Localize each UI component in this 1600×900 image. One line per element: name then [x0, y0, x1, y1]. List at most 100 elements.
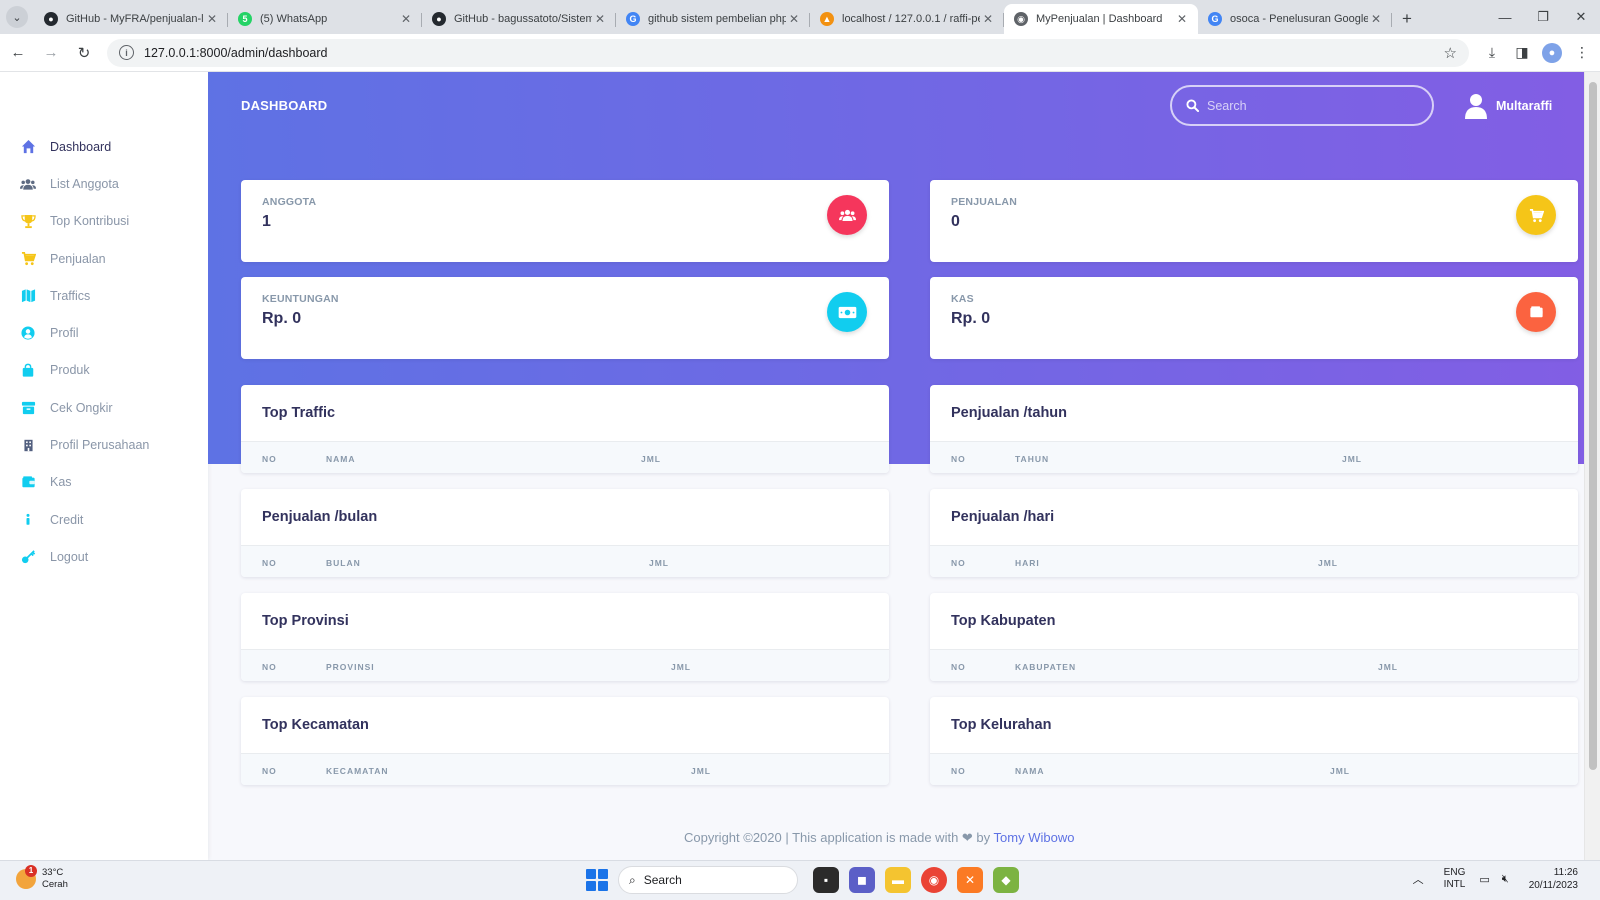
clock[interactable]: 11:26 20/11/2023	[1529, 866, 1578, 892]
kebab-menu-icon[interactable]: ⋮	[1567, 38, 1597, 68]
favicon-icon: G	[626, 12, 640, 26]
sidebar-item-label: Dashboard	[50, 139, 112, 154]
system-tray: ︿ ENG INTL ▭ 🔇︎ 11:26 20/11/2023	[1413, 866, 1578, 892]
column-header[interactable]: JML	[1330, 766, 1350, 776]
column-header[interactable]: JML	[641, 454, 661, 464]
chevron-up-icon[interactable]: ︿	[1413, 871, 1424, 887]
stat-card-penjualan: PENJUALAN 0	[930, 180, 1578, 262]
column-header[interactable]: PROVINSI	[326, 662, 375, 672]
site-info-icon[interactable]: i	[119, 45, 134, 60]
column-header[interactable]: NO	[951, 558, 966, 568]
column-header[interactable]: NO	[951, 662, 966, 672]
sidebar-item-logout[interactable]: Logout	[0, 538, 208, 575]
tab-close-icon[interactable]: ✕	[204, 12, 220, 26]
browser-tab[interactable]: ● GitHub - bagussatoto/Sistem-P ✕	[422, 4, 616, 34]
table-header-row: NO TAHUN JML	[930, 441, 1578, 473]
column-header[interactable]: JML	[649, 558, 669, 568]
bookmark-star-icon[interactable]: ☆	[1444, 44, 1457, 62]
sidebar-item-kas[interactable]: Kas	[0, 464, 208, 501]
xampp-icon[interactable]: ✕	[957, 867, 983, 893]
app-icon[interactable]: ◆	[993, 867, 1019, 893]
map-icon	[20, 288, 36, 304]
tab-close-icon[interactable]: ✕	[1174, 12, 1190, 26]
sidebar-item-list-anggota[interactable]: List Anggota	[0, 165, 208, 202]
browser-tab[interactable]: ● GitHub - MyFRA/penjualan-lara✕	[34, 4, 228, 34]
column-header[interactable]: JML	[671, 662, 691, 672]
footer-author-link[interactable]: Tomy Wibowo	[994, 830, 1075, 845]
teams-icon[interactable]: ◼	[849, 867, 875, 893]
language-indicator[interactable]: ENG INTL	[1444, 867, 1466, 891]
favicon-icon: G	[1208, 12, 1222, 26]
column-header[interactable]: JML	[1342, 454, 1362, 464]
sidebar-item-top-kontribusi[interactable]: Top Kontribusi	[0, 203, 208, 240]
page-scrollbar[interactable]	[1584, 72, 1600, 860]
taskbar-search[interactable]: ⌕ Search	[618, 866, 798, 894]
tab-close-icon[interactable]: ✕	[1368, 12, 1384, 26]
browser-tab[interactable]: ▲ localhost / 127.0.0.1 / raffi-pen ✕	[810, 4, 1004, 34]
table-title: Top Kecamatan	[262, 717, 369, 733]
sidebar-item-credit[interactable]: Credit	[0, 501, 208, 538]
network-icon[interactable]: ▭	[1479, 873, 1489, 886]
sidebar-item-dashboard[interactable]: Dashboard	[0, 128, 208, 165]
user-menu[interactable]: Multaraffi	[1464, 93, 1552, 119]
file-explorer-icon[interactable]: ▬	[885, 867, 911, 893]
search-box[interactable]	[1170, 85, 1434, 126]
sidebar-item-cek-ongkir[interactable]: Cek Ongkir	[0, 389, 208, 426]
tab-strip: ⌄ ●GitHub - MyFRA/penjualan-lara✕5(5) Wh…	[0, 0, 1600, 34]
sidebar-item-penjualan[interactable]: Penjualan	[0, 240, 208, 277]
task-view-icon[interactable]: ▪	[813, 867, 839, 893]
forward-button[interactable]: →	[36, 38, 66, 68]
search-input[interactable]	[1207, 98, 1407, 113]
side-panel-icon[interactable]: ◨	[1507, 38, 1537, 68]
sidebar-item-traffics[interactable]: Traffics	[0, 277, 208, 314]
column-header[interactable]: JML	[1378, 662, 1398, 672]
tab-close-icon[interactable]: ✕	[592, 12, 608, 26]
column-header[interactable]: NO	[951, 766, 966, 776]
column-header[interactable]: KECAMATAN	[326, 766, 389, 776]
users-icon	[827, 195, 867, 235]
address-bar[interactable]: i 127.0.0.1:8000/admin/dashboard ☆	[107, 38, 1469, 67]
table-card-penjualan-tahun: Penjualan /tahun NO TAHUN JML	[930, 385, 1578, 473]
browser-tab[interactable]: Ggithub sistem pembelian phpm ✕	[616, 4, 810, 34]
column-header[interactable]: TAHUN	[1015, 454, 1049, 464]
column-header[interactable]: NAMA	[326, 454, 356, 464]
new-tab-button[interactable]: +	[1392, 4, 1422, 34]
clock-date: 20/11/2023	[1528, 880, 1578, 891]
tab-search-button[interactable]: ⌄	[0, 0, 34, 34]
back-button[interactable]: ←	[3, 38, 33, 68]
browser-tab[interactable]: 5 (5) WhatsApp ✕	[228, 4, 422, 34]
lang-top: ENG	[1443, 867, 1466, 878]
sidebar-item-profil[interactable]: Profil	[0, 314, 208, 351]
column-header[interactable]: NAMA	[1015, 766, 1045, 776]
tab-close-icon[interactable]: ✕	[786, 12, 802, 26]
building-icon	[20, 437, 36, 453]
restore-button[interactable]: ❐	[1524, 0, 1562, 34]
weather-widget[interactable]: 1 33°C Cerah	[16, 865, 68, 891]
profile-avatar-icon[interactable]: ●	[1542, 42, 1562, 63]
column-header[interactable]: NO	[262, 558, 277, 568]
minimize-button[interactable]: —	[1486, 0, 1524, 34]
tab-close-icon[interactable]: ✕	[398, 12, 414, 26]
os-taskbar: 1 33°C Cerah ⌕ Search ▪ ◼ ▬ ◉ ✕ ◆ ︿ ENG I…	[0, 860, 1600, 900]
reload-button[interactable]: ↻	[69, 38, 99, 68]
column-header[interactable]: BULAN	[326, 558, 361, 568]
download-icon[interactable]: ⤓	[1477, 38, 1507, 68]
windows-start-icon[interactable]	[586, 869, 608, 891]
column-header[interactable]: JML	[691, 766, 711, 776]
column-header[interactable]: NO	[951, 454, 966, 464]
sidebar-item-produk[interactable]: Produk	[0, 352, 208, 389]
browser-tab[interactable]: Gosoca - Penelusuran Google ✕	[1198, 4, 1392, 34]
chrome-icon[interactable]: ◉	[921, 867, 947, 893]
sidebar-item-profil-perusahaan[interactable]: Profil Perusahaan	[0, 426, 208, 463]
browser-tab[interactable]: ◉ MyPenjualan | Dashboard ✕	[1004, 4, 1198, 34]
tab-close-icon[interactable]: ✕	[980, 12, 996, 26]
scrollbar-thumb[interactable]	[1589, 82, 1597, 770]
column-header[interactable]: NO	[262, 454, 277, 464]
column-header[interactable]: NO	[262, 662, 277, 672]
column-header[interactable]: KABUPATEN	[1015, 662, 1076, 672]
close-window-button[interactable]: ✕	[1562, 0, 1600, 34]
column-header[interactable]: NO	[262, 766, 277, 776]
column-header[interactable]: HARI	[1015, 558, 1040, 568]
volume-mute-icon[interactable]: 🔇︎	[1502, 873, 1509, 886]
column-header[interactable]: JML	[1318, 558, 1338, 568]
